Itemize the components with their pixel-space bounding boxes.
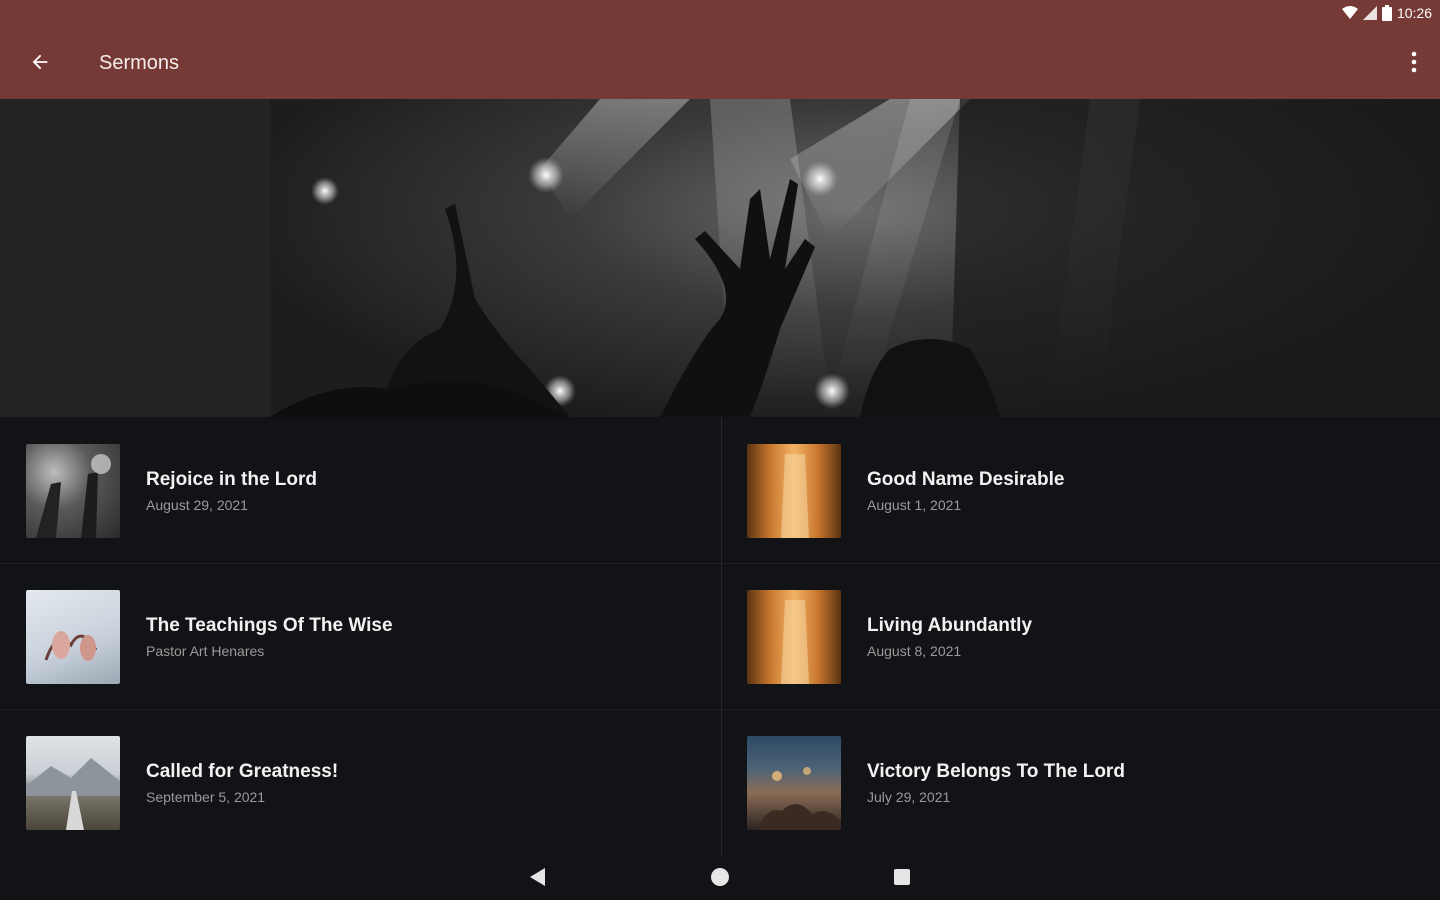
sermon-title: Good Name Desirable [867, 469, 1065, 490]
status-icons: 10:26 [1341, 5, 1432, 21]
sermon-item-victory-belongs-to-the-lord[interactable]: Victory Belongs To The Lord July 29, 202… [721, 709, 1440, 855]
hero-banner [0, 99, 1440, 417]
battery-icon [1381, 5, 1392, 21]
sermon-item-rejoice-in-the-lord[interactable]: Rejoice in the Lord August 29, 2021 [0, 417, 720, 563]
sermon-title: Living Abundantly [867, 615, 1033, 636]
more-vert-icon [1411, 51, 1417, 78]
sermon-title: The Teachings Of The Wise [146, 615, 393, 636]
arrow-back-icon [29, 51, 51, 78]
triangle-back-icon [529, 867, 547, 892]
cellular-signal-icon [1362, 6, 1377, 20]
sermon-item-living-abundantly[interactable]: Living Abundantly August 8, 2021 [721, 563, 1440, 709]
sermon-date: August 29, 2021 [146, 497, 248, 513]
sermon-thumbnail [747, 444, 841, 538]
nav-recents-button[interactable] [886, 863, 918, 895]
sermon-title: Called for Greatness! [146, 761, 339, 782]
circle-home-icon [710, 867, 730, 892]
system-navigation-bar [0, 855, 1440, 900]
sermon-thumbnail [26, 444, 120, 538]
sermon-date: July 29, 2021 [867, 789, 951, 805]
sermon-item-good-name-desirable[interactable]: Good Name Desirable August 1, 2021 [721, 417, 1440, 563]
sermon-item-called-for-greatness[interactable]: Called for Greatness! September 5, 2021 [0, 709, 720, 855]
sermon-date: August 1, 2021 [867, 497, 962, 513]
clock-time: 10:26 [1396, 5, 1432, 21]
square-recents-icon [893, 868, 911, 891]
sermon-thumbnail [747, 590, 841, 684]
sermon-date: August 8, 2021 [867, 643, 962, 659]
hero-image [270, 99, 1440, 417]
sermon-title: Victory Belongs To The Lord [867, 761, 1125, 782]
sermon-thumbnail [26, 590, 120, 684]
page-title: Sermons [99, 52, 180, 74]
app-bar: Sermons [0, 28, 1440, 99]
sermon-thumbnail [26, 736, 120, 830]
status-bar: 10:26 [0, 0, 1440, 28]
sermon-title: Rejoice in the Lord [146, 469, 318, 490]
sermon-item-the-teachings-of-the-wise[interactable]: The Teachings Of The Wise Pastor Art Hen… [0, 563, 720, 709]
back-button[interactable] [20, 44, 60, 84]
wifi-icon [1341, 6, 1358, 20]
sermon-date: September 5, 2021 [146, 789, 266, 805]
nav-home-button[interactable] [704, 863, 736, 895]
sermon-speaker: Pastor Art Henares [146, 643, 265, 659]
nav-back-button[interactable] [522, 863, 554, 895]
more-options-button[interactable] [1402, 44, 1426, 84]
sermon-thumbnail [747, 736, 841, 830]
